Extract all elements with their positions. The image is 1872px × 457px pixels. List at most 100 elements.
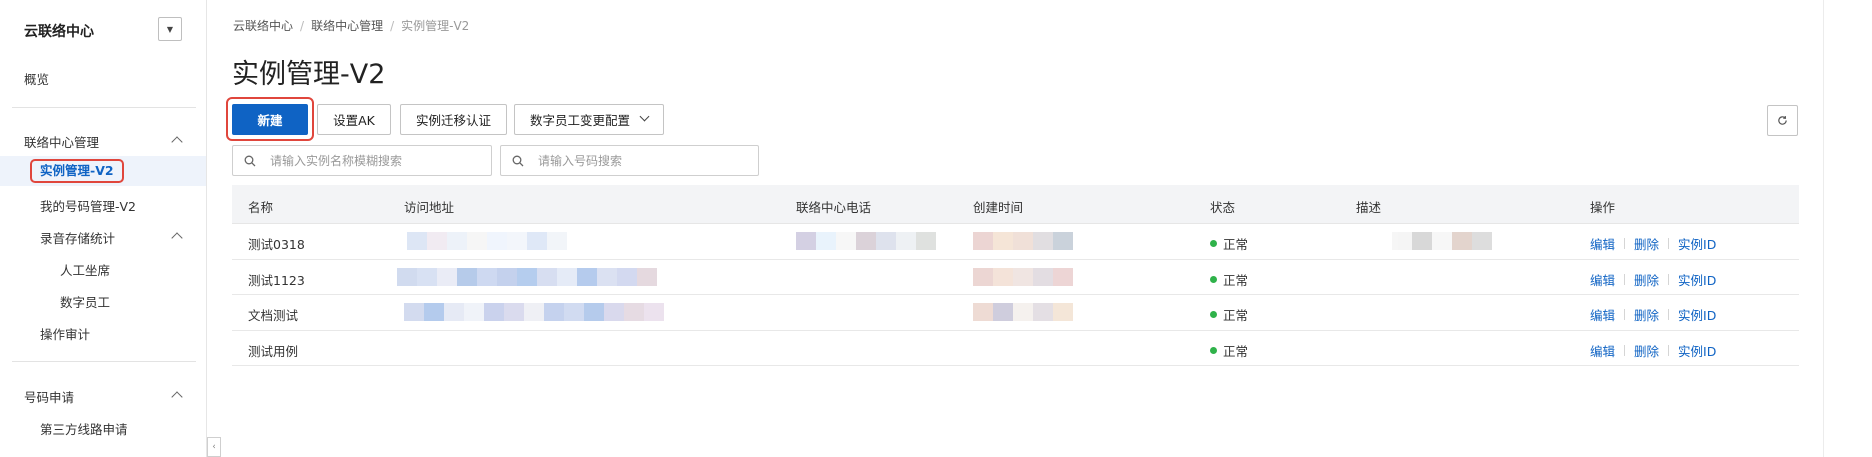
sidebar-group-recording[interactable]: 录音存储统计	[40, 228, 115, 247]
instance-search-box[interactable]	[232, 145, 492, 176]
table-row: 测试0318 正常 编辑 删除 实例ID	[232, 224, 1799, 260]
sidebar-item-audit[interactable]: 操作审计	[40, 324, 90, 343]
redacted-created	[973, 267, 1073, 286]
redacted-phone	[796, 232, 936, 250]
redacted-created	[973, 232, 1073, 250]
sidebar-item-third-party[interactable]: 第三方线路申请	[40, 419, 128, 438]
column-header-description: 描述	[1356, 200, 1382, 215]
delete-link[interactable]: 删除	[1634, 234, 1659, 253]
status-dot-icon	[1210, 240, 1217, 247]
refresh-icon	[1778, 116, 1787, 125]
edit-link[interactable]: 编辑	[1590, 341, 1615, 360]
edit-link[interactable]: 编辑	[1590, 305, 1615, 324]
row-actions: 编辑 删除 实例ID	[1590, 341, 1716, 360]
digital-config-dropdown[interactable]: 数字员工变更配置	[514, 104, 664, 135]
instance-id-link[interactable]: 实例ID	[1678, 341, 1716, 360]
status-badge: 正常	[1210, 305, 1248, 324]
redacted-created	[973, 303, 1073, 321]
table-row: 文档测试 正常 编辑 删除 实例ID	[232, 295, 1799, 331]
status-badge: 正常	[1210, 270, 1248, 289]
redacted-url	[407, 232, 567, 250]
sidebar-group-contact-center[interactable]: 联络中心管理	[24, 132, 99, 151]
breadcrumb-current: 实例管理-V2	[401, 19, 470, 33]
sidebar-group-number-apply[interactable]: 号码申请	[24, 387, 74, 406]
sidebar: 云联络中心 ▼ 概览 联络中心管理 实例管理-V2 我的号码管理-V2 录音存储…	[0, 0, 207, 457]
search-icon	[512, 155, 524, 166]
row-actions: 编辑 删除 实例ID	[1590, 234, 1716, 253]
instance-table: 名称 访问地址 联络中心电话 创建时间 状态 描述 操作 测试0318 正常 编…	[232, 185, 1799, 366]
redacted-url	[404, 303, 664, 321]
cell-name: 测试1123	[248, 272, 305, 288]
breadcrumb-item[interactable]: 云联络中心	[233, 19, 293, 33]
instance-id-link[interactable]: 实例ID	[1678, 234, 1716, 253]
sidebar-item-digital[interactable]: 数字员工	[60, 292, 110, 311]
delete-link[interactable]: 删除	[1634, 270, 1659, 289]
action-separator	[1668, 238, 1670, 249]
action-separator	[1624, 344, 1626, 356]
sidebar-item-my-numbers[interactable]: 我的号码管理-V2	[40, 196, 136, 215]
table-row: 测试1123 正常 编辑 删除 实例ID	[232, 260, 1799, 295]
chevron-left-icon: ‹	[212, 442, 216, 452]
product-title: 云联络中心	[24, 24, 94, 40]
set-ak-button[interactable]: 设置AK	[317, 104, 391, 135]
table-row: 测试用例 正常 编辑 删除 实例ID	[232, 331, 1799, 366]
column-header-name: 名称	[248, 200, 274, 215]
status-badge: 正常	[1210, 341, 1248, 360]
chevron-up-icon[interactable]	[171, 391, 183, 403]
new-button[interactable]: 新建	[232, 104, 308, 135]
edit-link[interactable]: 编辑	[1590, 270, 1615, 289]
sidebar-item-overview[interactable]: 概览	[24, 69, 49, 88]
action-separator	[1624, 309, 1626, 320]
status-dot-icon	[1210, 311, 1217, 318]
action-separator	[1624, 238, 1626, 249]
search-icon	[244, 155, 256, 166]
status-text: 正常	[1223, 308, 1249, 323]
column-header-status: 状态	[1210, 200, 1236, 215]
sidebar-divider	[12, 107, 196, 108]
redacted-description	[1392, 232, 1492, 250]
number-search-input[interactable]	[536, 152, 720, 169]
breadcrumb-item[interactable]: 联络中心管理	[311, 19, 383, 33]
refresh-button[interactable]	[1767, 105, 1798, 136]
redacted-url	[397, 267, 657, 286]
sidebar-item-instance-v2[interactable]: 实例管理-V2	[30, 159, 124, 183]
edit-link[interactable]: 编辑	[1590, 234, 1615, 253]
sidebar-divider	[12, 361, 196, 362]
action-separator	[1668, 273, 1670, 285]
status-text: 正常	[1223, 343, 1249, 359]
status-dot-icon	[1210, 346, 1217, 354]
sidebar-switch-button[interactable]: ▼	[158, 17, 182, 41]
table-header: 名称 访问地址 联络中心电话 创建时间 状态 描述 操作	[232, 185, 1799, 224]
row-actions: 编辑 删除 实例ID	[1590, 270, 1716, 289]
chevron-up-icon[interactable]	[171, 232, 183, 244]
delete-link[interactable]: 删除	[1634, 341, 1659, 360]
instance-search-input[interactable]	[268, 152, 452, 169]
status-dot-icon	[1210, 275, 1217, 283]
breadcrumb-separator: /	[390, 19, 395, 33]
status-badge: 正常	[1210, 234, 1248, 253]
column-header-url: 访问地址	[404, 200, 455, 215]
sidebar-item-agent[interactable]: 人工坐席	[60, 260, 110, 279]
breadcrumb-separator: /	[300, 19, 305, 33]
chevron-up-icon[interactable]	[171, 136, 183, 148]
sidebar-collapse-handle[interactable]: ‹	[207, 437, 221, 457]
action-separator	[1668, 309, 1670, 320]
caret-down-icon: ▼	[166, 24, 174, 34]
action-separator	[1668, 344, 1670, 356]
status-text: 正常	[1223, 237, 1249, 252]
page-title: 实例管理-V2	[232, 59, 386, 90]
column-header-created: 创建时间	[973, 200, 1024, 215]
instance-migrate-button[interactable]: 实例迁移认证	[400, 104, 507, 135]
number-search-box[interactable]	[500, 145, 759, 176]
cell-name: 测试用例	[248, 343, 299, 359]
delete-link[interactable]: 删除	[1634, 305, 1659, 324]
chevron-down-icon	[639, 111, 650, 122]
breadcrumb: 云联络中心 / 联络中心管理 / 实例管理-V2	[233, 17, 469, 34]
digital-config-label: 数字员工变更配置	[529, 113, 630, 128]
content-right-border	[1823, 0, 1824, 457]
status-text: 正常	[1223, 272, 1249, 288]
instance-id-link[interactable]: 实例ID	[1678, 305, 1716, 324]
instance-id-link[interactable]: 实例ID	[1678, 270, 1716, 289]
column-header-phone: 联络中心电话	[796, 200, 872, 215]
column-header-actions: 操作	[1590, 200, 1616, 215]
